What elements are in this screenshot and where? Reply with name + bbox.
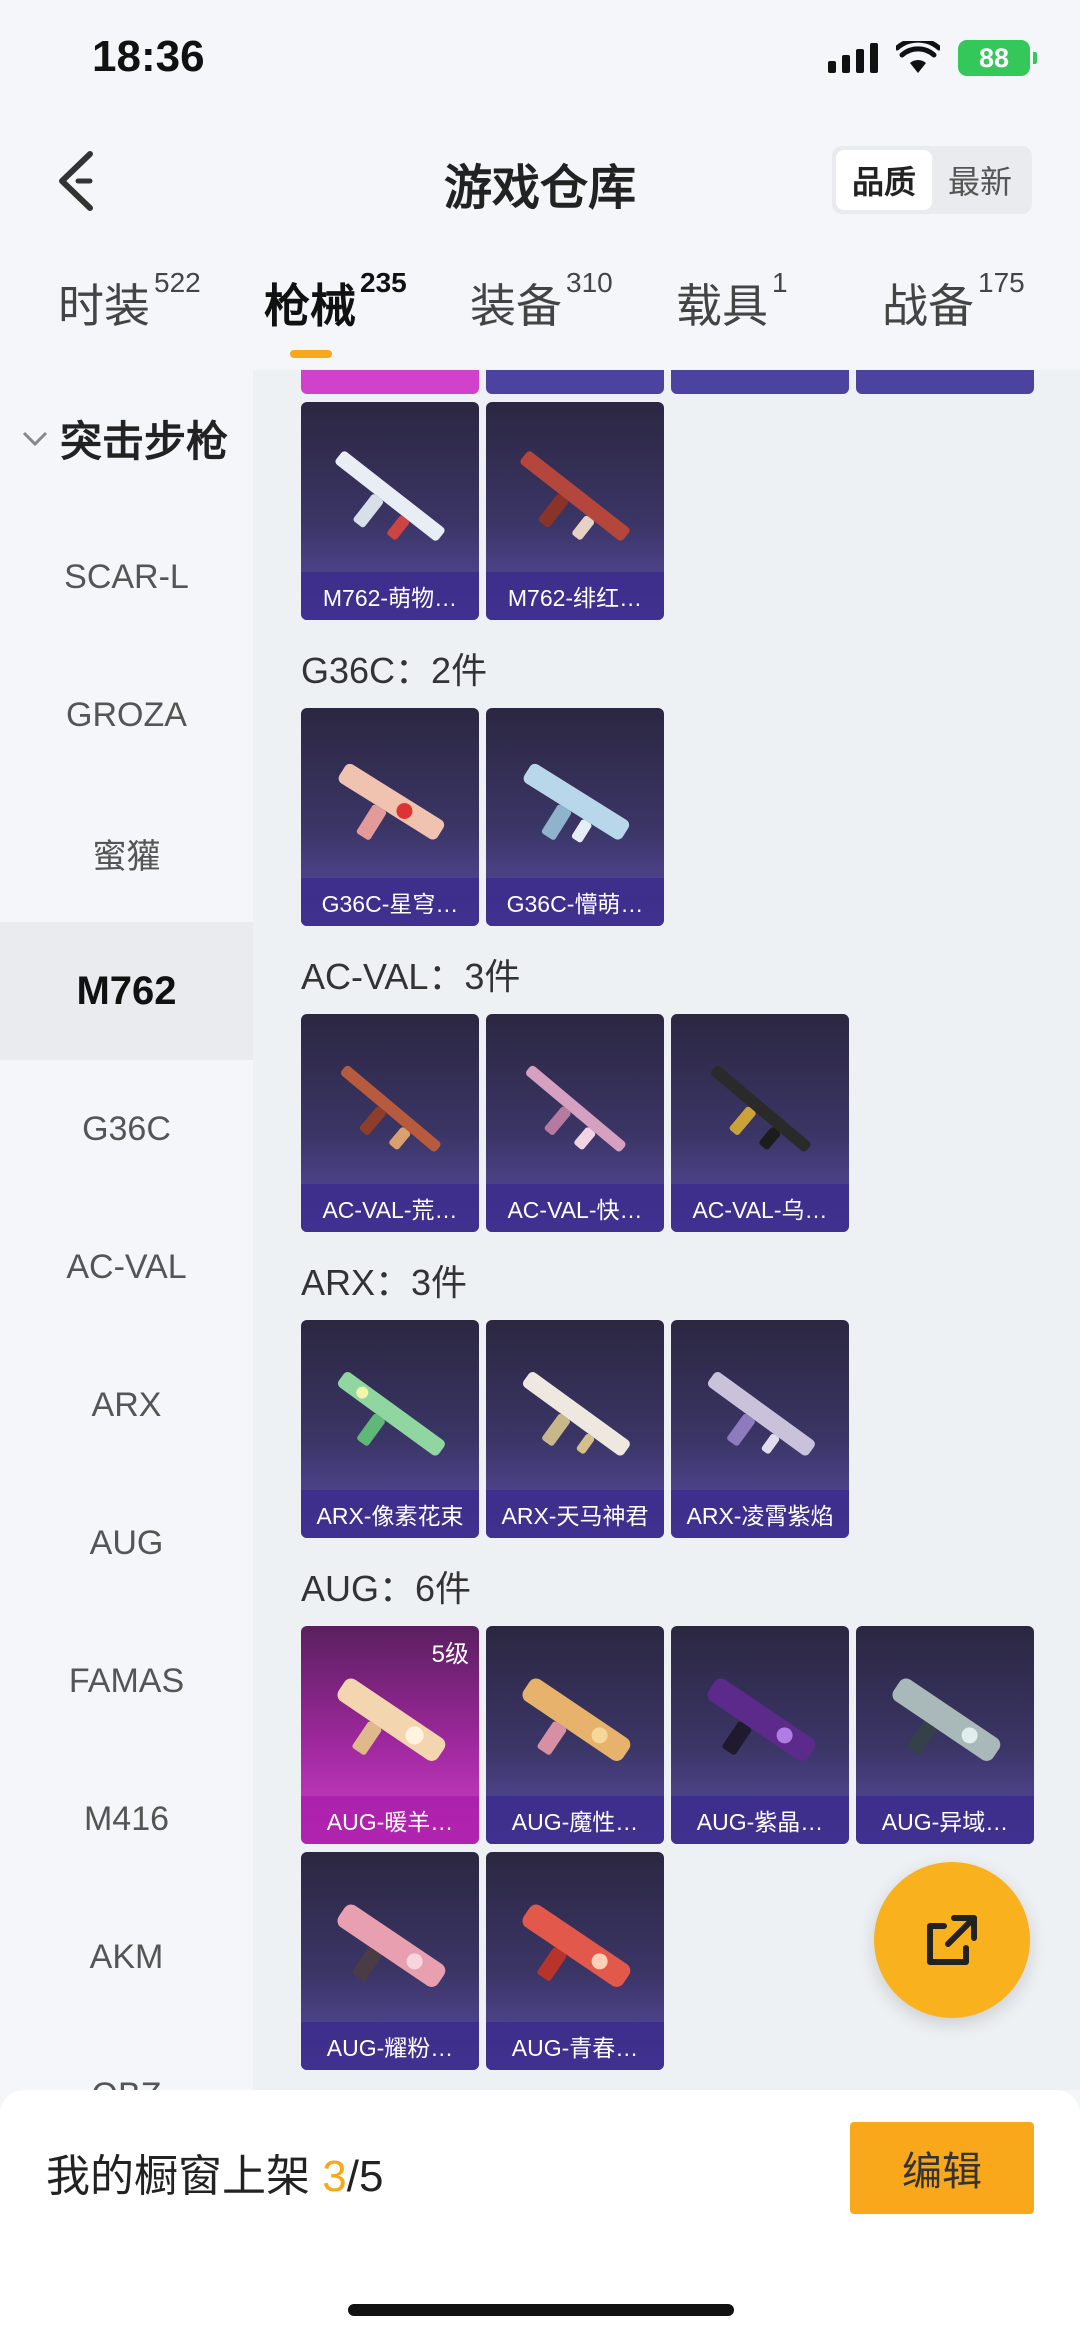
sort-quality-button[interactable]: 品质 bbox=[836, 150, 932, 210]
tab-vehicles[interactable]: 载具 1 bbox=[676, 267, 788, 336]
weapon-card-label: AC-VAL-乌… bbox=[671, 1184, 849, 1232]
edit-button[interactable]: 编辑 bbox=[850, 2122, 1034, 2214]
rifle-icon bbox=[523, 763, 630, 843]
weapon-card[interactable]: AUG-耀粉… bbox=[301, 1852, 479, 2070]
rifle-icon bbox=[892, 1678, 1001, 1761]
sidebar-category[interactable]: 突击步枪 bbox=[20, 408, 228, 469]
weapon-card-label: AUG-异域… bbox=[856, 1796, 1034, 1844]
sidebar-item[interactable]: QBZ bbox=[0, 2026, 253, 2091]
weapon-card[interactable]: AC-VAL-快… bbox=[486, 1014, 664, 1232]
rifle-icon bbox=[522, 1678, 631, 1761]
home-indicator bbox=[348, 2304, 734, 2316]
category-tabs: 时装 522 枪械 235 装备 310 载具 1 战备 175 bbox=[0, 267, 1080, 370]
weapon-card[interactable]: ARX-天马神君 bbox=[486, 1320, 664, 1538]
status-bar: 18:36 88 bbox=[0, 0, 1080, 120]
rifle-icon bbox=[337, 1678, 446, 1761]
weapon-card[interactable]: ARX-像素花束 bbox=[301, 1320, 479, 1538]
weapon-card-label: AUG-暖羊… bbox=[301, 1796, 479, 1844]
weapon-card-label: G36C-星穹… bbox=[301, 878, 479, 926]
status-icons: 88 bbox=[828, 40, 1037, 76]
rifle-icon bbox=[711, 1065, 811, 1152]
status-time: 18:36 bbox=[92, 32, 205, 81]
weapon-card-label: M762-萌物… bbox=[301, 572, 479, 620]
sort-toggle: 品质 最新 bbox=[832, 146, 1032, 214]
signal-icon bbox=[828, 43, 878, 73]
rifle-icon bbox=[337, 1904, 446, 1987]
share-button[interactable] bbox=[874, 1862, 1030, 2018]
rifle-icon bbox=[335, 451, 445, 541]
sidebar-category-label: 突击步枪 bbox=[60, 418, 229, 465]
sidebar-item[interactable]: SCAR-L bbox=[0, 508, 253, 646]
weapon-card-label: AUG-青春… bbox=[486, 2022, 664, 2070]
card-stub bbox=[486, 370, 664, 394]
weapon-card-label: G36C-懵萌… bbox=[486, 878, 664, 926]
rifle-icon bbox=[707, 1372, 815, 1456]
card-stub bbox=[856, 370, 1034, 394]
sidebar: 突击步枪 SCAR-L GROZA 蜜獾 M762 G36C AC-VAL AR… bbox=[0, 370, 253, 2090]
chevron-down-icon bbox=[22, 431, 48, 446]
share-icon bbox=[927, 1915, 977, 1965]
weapon-card[interactable]: AUG-魔性… bbox=[486, 1626, 664, 1844]
group-title: AC-VAL：3件 bbox=[301, 956, 521, 997]
weapon-card[interactable]: AUG-青春… bbox=[486, 1852, 664, 2070]
weapon-card[interactable]: AUG-紫晶… bbox=[671, 1626, 849, 1844]
weapon-card[interactable]: AC-VAL-乌… bbox=[671, 1014, 849, 1232]
sidebar-item[interactable]: AUG bbox=[0, 1474, 253, 1612]
weapon-grid: M762-萌物… M762-绯红… G36C：2件 G36C-星穹… G36C-… bbox=[253, 370, 1080, 2090]
tab-fashion[interactable]: 时装 522 bbox=[58, 267, 201, 336]
rifle-icon bbox=[341, 1065, 441, 1152]
showcase-label: 我的橱窗上架 bbox=[46, 2152, 310, 2201]
sidebar-item-selected[interactable]: M762 bbox=[0, 922, 253, 1060]
group-title: AUG：6件 bbox=[301, 1568, 472, 1609]
weapon-card[interactable]: AC-VAL-荒… bbox=[301, 1014, 479, 1232]
weapon-card-label: ARX-凌霄紫焰 bbox=[671, 1490, 849, 1538]
sidebar-item[interactable]: 蜜獾 bbox=[0, 784, 253, 922]
rifle-icon bbox=[337, 1372, 445, 1456]
showcase-total: /5 bbox=[346, 2152, 384, 2201]
battery-icon: 88 bbox=[958, 40, 1037, 76]
rifle-icon bbox=[522, 1904, 631, 1987]
tab-weapons[interactable]: 枪械 235 bbox=[264, 267, 407, 336]
tab-equipment[interactable]: 装备 310 bbox=[470, 267, 613, 336]
showcase-status: 我的橱窗上架 3/5 bbox=[46, 2140, 383, 2204]
weapon-card[interactable]: M762-绯红… bbox=[486, 402, 664, 620]
card-stub bbox=[301, 370, 479, 394]
showcase-current: 3 bbox=[322, 2152, 347, 2201]
sidebar-item[interactable]: M416 bbox=[0, 1750, 253, 1888]
group-title: G36C：2件 bbox=[301, 650, 488, 691]
rifle-icon bbox=[338, 763, 445, 840]
wifi-icon bbox=[896, 41, 940, 73]
weapon-card[interactable]: AUG-异域… bbox=[856, 1626, 1034, 1844]
header: 游戏仓库 品质 最新 bbox=[0, 130, 1080, 230]
weapon-card-label: ARX-天马神君 bbox=[486, 1490, 664, 1538]
weapon-card-label: AUG-紫晶… bbox=[671, 1796, 849, 1844]
weapon-card-label: AC-VAL-荒… bbox=[301, 1184, 479, 1232]
sidebar-item[interactable]: G36C bbox=[0, 1060, 253, 1198]
group-title: ARX：3件 bbox=[301, 1262, 468, 1303]
rifle-icon bbox=[520, 451, 630, 541]
sidebar-item[interactable]: GROZA bbox=[0, 646, 253, 784]
weapon-card-label: AUG-耀粉… bbox=[301, 2022, 479, 2070]
rifle-icon bbox=[707, 1678, 816, 1761]
sidebar-item[interactable]: FAMAS bbox=[0, 1612, 253, 1750]
weapon-card[interactable]: M762-萌物… bbox=[301, 402, 479, 620]
weapon-card-label: M762-绯红… bbox=[486, 572, 664, 620]
sidebar-item[interactable]: AC-VAL bbox=[0, 1198, 253, 1336]
weapon-card-label: ARX-像素花束 bbox=[301, 1490, 479, 1538]
weapon-card-label: AC-VAL-快… bbox=[486, 1184, 664, 1232]
bottom-bar: 我的橱窗上架 3/5 编辑 bbox=[0, 2090, 1080, 2339]
weapon-card[interactable]: G36C-懵萌… bbox=[486, 708, 664, 926]
card-stub bbox=[671, 370, 849, 394]
tab-underline bbox=[290, 350, 332, 358]
weapon-card[interactable]: ARX-凌霄紫焰 bbox=[671, 1320, 849, 1538]
sidebar-item[interactable]: AKM bbox=[0, 1888, 253, 2026]
weapon-card[interactable]: G36C-星穹… bbox=[301, 708, 479, 926]
rifle-icon bbox=[526, 1065, 626, 1152]
weapon-card-label: AUG-魔性… bbox=[486, 1796, 664, 1844]
tab-supplies[interactable]: 战备 175 bbox=[882, 267, 1025, 336]
sidebar-item[interactable]: ARX bbox=[0, 1336, 253, 1474]
rifle-icon bbox=[522, 1372, 630, 1456]
weapon-card[interactable]: 5级 AUG-暖羊… bbox=[301, 1626, 479, 1844]
sort-newest-button[interactable]: 最新 bbox=[932, 150, 1028, 210]
